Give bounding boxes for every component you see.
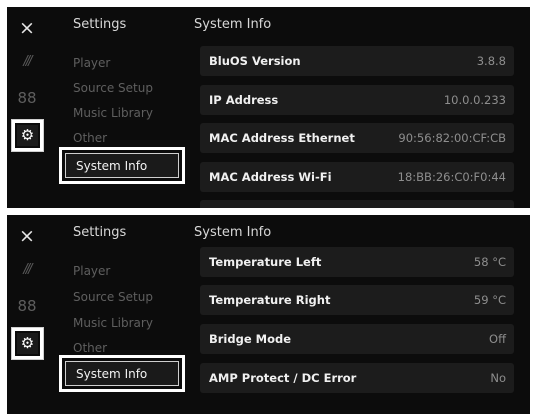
menu-item-label: System Info [76, 367, 148, 381]
info-row: Bridge Mode Off [200, 324, 514, 354]
settings-menu: Settings Player Source Setup Music Libra… [52, 7, 192, 208]
info-row: MAC Address Wi-Fi 18:BB:26:C0:F0:44 [200, 162, 514, 192]
gear-icon: ⚙ [17, 333, 38, 354]
info-row: IP Address 10.0.0.233 [200, 85, 514, 115]
info-label: AMP Protect / DC Error [209, 371, 357, 385]
now-playing-icon[interactable]: /// [7, 262, 47, 277]
info-label: Temperature Right [209, 293, 331, 307]
info-row: MAC Address Ethernet 90:56:82:00:CF:CB [200, 123, 514, 153]
info-value: 10.0.0.233 [443, 93, 506, 107]
info-row: Temperature Right 59 °C [200, 285, 514, 315]
info-value: No [490, 371, 506, 385]
menu-item-other[interactable]: Other [73, 131, 107, 145]
menu-item-music-library[interactable]: Music Library [73, 316, 153, 330]
menu-item-system-info[interactable]: System Info [59, 147, 185, 184]
gear-icon: ⚙ [17, 125, 38, 146]
menu-item-highlight: System Info [65, 153, 179, 178]
close-icon[interactable]: × [7, 17, 47, 39]
menu-item-music-library[interactable]: Music Library [73, 106, 153, 120]
menu-item-source-setup[interactable]: Source Setup [73, 81, 153, 95]
info-row-partial [200, 200, 514, 208]
info-value: 59 °C [473, 293, 506, 307]
info-row: AMP Protect / DC Error No [200, 363, 514, 393]
info-value: 90:56:82:00:CF:CB [398, 131, 506, 145]
settings-title: Settings [73, 225, 127, 240]
info-value: Off [489, 332, 506, 346]
page-title: System Info [194, 17, 272, 32]
system-info-content: System Info BluOS Version 3.8.8 IP Addre… [194, 7, 530, 208]
info-label: MAC Address Ethernet [209, 131, 355, 145]
menu-item-highlight: System Info [65, 361, 179, 386]
settings-menu: Settings Player Source Setup Music Libra… [52, 215, 192, 414]
settings-screen-top: × /// 88 ⚙ Settings Player Source Setup … [7, 7, 530, 208]
info-row: BluOS Version 3.8.8 [200, 46, 514, 76]
info-row: Temperature Left 58 °C [200, 247, 514, 277]
settings-title: Settings [73, 17, 127, 32]
settings-screen-bottom: × /// 88 ⚙ Settings Player Source Setup … [7, 215, 530, 414]
info-label: IP Address [209, 93, 279, 107]
info-value: 58 °C [473, 255, 506, 269]
info-value: 18:BB:26:C0:F0:44 [397, 170, 506, 184]
info-label: Bridge Mode [209, 332, 292, 346]
page-title: System Info [194, 225, 272, 240]
info-label: BluOS Version [209, 54, 301, 68]
info-value: 3.8.8 [476, 54, 506, 68]
close-icon[interactable]: × [7, 225, 47, 247]
menu-item-player[interactable]: Player [73, 56, 110, 70]
menu-item-label: System Info [76, 159, 148, 173]
menu-item-other[interactable]: Other [73, 341, 107, 355]
icon-rail: × /// 88 ⚙ [7, 7, 52, 208]
info-label: MAC Address Wi-Fi [209, 170, 332, 184]
menu-item-system-info[interactable]: System Info [59, 355, 185, 392]
settings-rail-button[interactable]: ⚙ [11, 327, 44, 360]
settings-rail-button[interactable]: ⚙ [11, 119, 44, 152]
menu-item-player[interactable]: Player [73, 264, 110, 278]
info-label: Temperature Left [209, 255, 322, 269]
menu-item-source-setup[interactable]: Source Setup [73, 290, 153, 304]
icon-rail: × /// 88 ⚙ [7, 215, 52, 414]
now-playing-icon[interactable]: /// [7, 54, 47, 69]
grid-icon[interactable]: 88 [7, 89, 47, 107]
system-info-content: System Info Temperature Left 58 °C Tempe… [194, 215, 530, 414]
grid-icon[interactable]: 88 [7, 297, 47, 315]
